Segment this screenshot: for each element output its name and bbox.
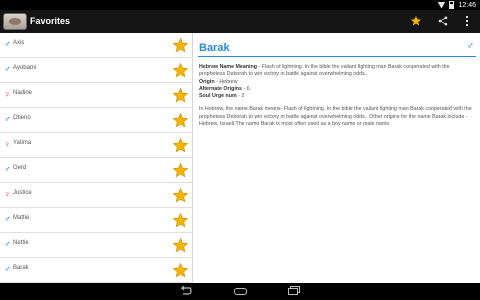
list-item[interactable]: ♀ Yatima (0, 133, 193, 158)
list-item[interactable]: ♂ Mattie (0, 208, 193, 233)
male-gender-icon: ♂ (4, 239, 11, 249)
male-gender-icon: ♂ (4, 164, 11, 174)
male-gender-icon: ♂ (4, 64, 11, 74)
back-icon[interactable] (178, 285, 192, 297)
male-gender-icon: ♂ (4, 114, 11, 124)
favorite-star-icon[interactable] (172, 262, 189, 279)
female-gender-icon: ♀ (4, 189, 11, 199)
list-item-name: Barak (13, 265, 29, 271)
origin-label: Origin (199, 78, 215, 85)
list-item-name: Nadine (13, 90, 33, 96)
soul-urge-label: Soul Urge num (199, 93, 237, 100)
list-item-name: Gerd (13, 165, 27, 171)
female-gender-icon: ♀ (4, 139, 11, 149)
male-gender-icon: ♂ (466, 41, 475, 52)
detail-body: Hebrew Name Meaning - Flash of lightning… (199, 64, 473, 134)
name-detail-panel: Barak ♂ Hebrew Name Meaning - Flash of l… (194, 33, 480, 283)
page-title: Favorites (30, 16, 71, 26)
navigation-bar (0, 283, 480, 300)
share-icon[interactable] (436, 14, 450, 28)
app-logo-icon[interactable] (3, 13, 27, 30)
alt-origins-text: - 6. (241, 85, 252, 92)
list-item[interactable]: ♂ Ayobami (0, 58, 193, 83)
favorite-star-icon[interactable] (409, 14, 423, 28)
list-item-name: Mattie (13, 215, 30, 221)
main-content: ♂ Axis ♂ Ayobami ♀ Nadine ♂ Otieno ♀ Yatima ♂ Gerd ♀… (0, 33, 480, 283)
status-icons: 12:46 (437, 1, 476, 9)
title-divider (198, 56, 476, 57)
origin-text: - Hebrew (214, 78, 238, 85)
favorite-star-icon[interactable] (172, 237, 189, 254)
list-item[interactable]: ♀ Justice (0, 183, 193, 208)
favorite-star-icon[interactable] (172, 212, 189, 229)
list-item-name: Otieno (13, 115, 31, 121)
list-item[interactable]: ♀ Nadine (0, 83, 193, 108)
meaning-label: Hebrew Name Meaning (199, 64, 257, 70)
male-gender-icon: ♂ (4, 214, 11, 224)
male-gender-icon: ♂ (4, 39, 11, 49)
list-item-name: Ayobami (13, 65, 37, 71)
favorite-star-icon[interactable] (172, 137, 189, 154)
list-item[interactable]: ♂ Gerd (0, 158, 193, 183)
home-icon[interactable] (232, 286, 248, 297)
alt-origins-label: Alternate Origins (199, 85, 242, 92)
detail-paragraph: In Hebrew, the name Barak means- Flash o… (199, 106, 472, 128)
list-item[interactable]: ♂ Otieno (0, 108, 193, 133)
favorite-star-icon[interactable] (172, 187, 189, 204)
soul-urge-text: - 2 (236, 93, 245, 100)
overflow-menu-icon[interactable] (460, 14, 474, 28)
wifi-icon (437, 1, 446, 9)
list-item[interactable]: ♂ Nettie (0, 233, 193, 258)
recent-apps-icon[interactable] (286, 286, 300, 297)
favorite-star-icon[interactable] (172, 37, 189, 54)
male-gender-icon: ♂ (4, 264, 11, 274)
status-time: 12:46 (458, 1, 476, 9)
list-item-name: Justice (13, 190, 32, 196)
status-bar: 12:46 (0, 0, 480, 10)
list-item-name: Yatima (13, 140, 32, 146)
list-item[interactable]: ♂ Barak (0, 258, 193, 283)
female-gender-icon: ♀ (4, 89, 11, 99)
favorite-star-icon[interactable] (172, 62, 189, 79)
list-item-name: Nettie (13, 240, 29, 246)
favorites-list: ♂ Axis ♂ Ayobami ♀ Nadine ♂ Otieno ♀ Yatima ♂ Gerd ♀… (0, 33, 193, 283)
list-item[interactable]: ♂ Axis (0, 33, 193, 58)
favorite-star-icon[interactable] (172, 87, 189, 104)
action-bar: Favorites (0, 10, 480, 33)
favorite-star-icon[interactable] (172, 112, 189, 129)
favorite-star-icon[interactable] (172, 162, 189, 179)
battery-icon (449, 1, 455, 9)
detail-name-title: Barak (199, 42, 230, 54)
list-item-name: Axis (13, 40, 25, 46)
